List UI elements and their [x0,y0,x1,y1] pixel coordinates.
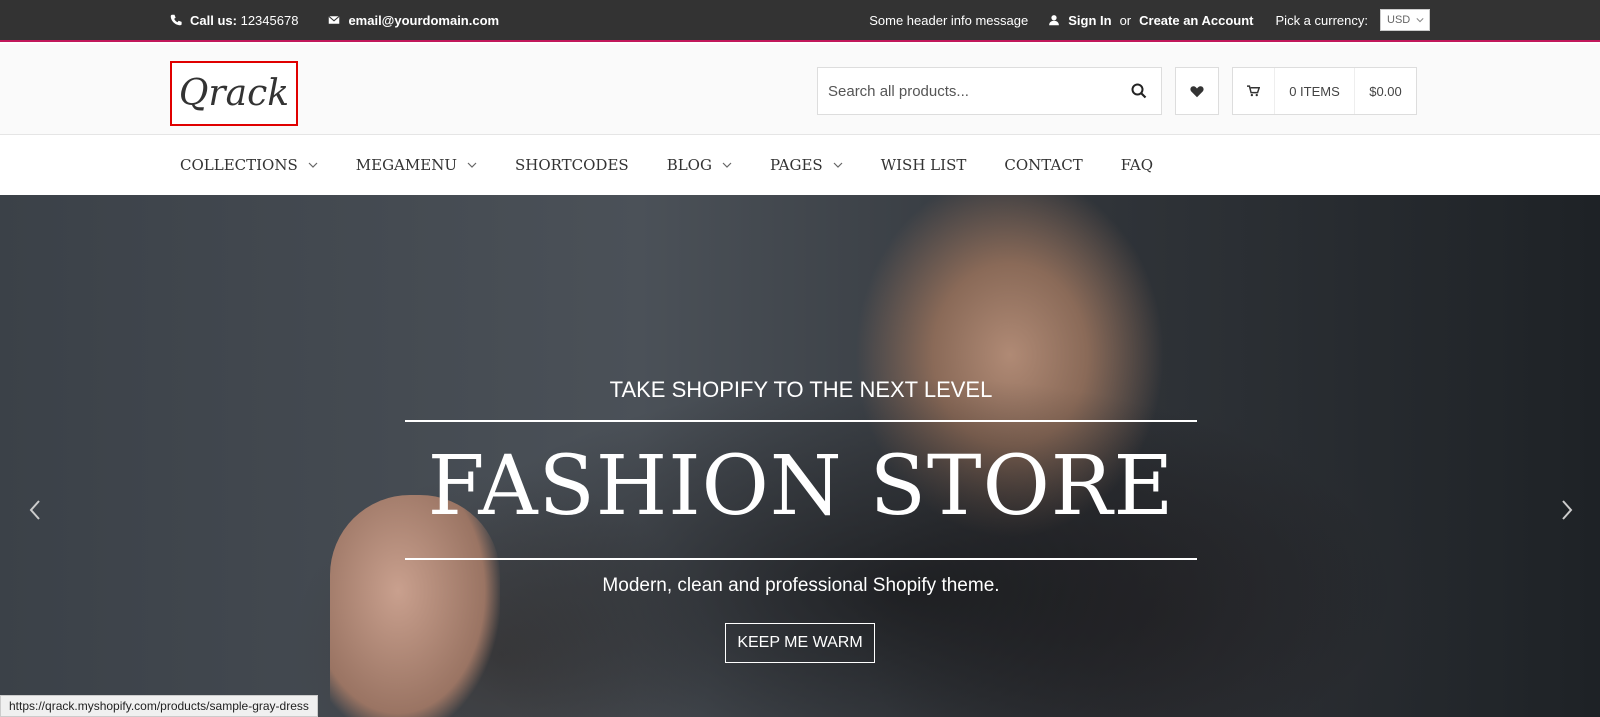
cart-total[interactable]: $0.00 [1355,68,1416,114]
chevron-down-icon [1416,18,1424,23]
or-text: or [1119,12,1132,28]
nav-label: FAQ [1120,156,1153,174]
phone-info: Call us: 12345678 [170,13,298,28]
heart-icon [1190,85,1204,97]
hero-slider: TAKE SHOPIFY TO THE NEXT LEVEL FASHION S… [0,195,1600,717]
divider [405,420,1197,422]
phone-label: Call us: [190,12,237,28]
nav-label: PAGES [769,156,823,174]
search-input[interactable]: Search all products... [828,83,1117,100]
email-link[interactable]: email@yourdomain.com [348,13,499,28]
slider-next-button[interactable] [1552,495,1582,525]
slider-prev-button[interactable] [20,495,50,525]
cart-icon-wrap[interactable] [1233,68,1275,114]
chevron-right-icon [1562,500,1573,520]
nav-label: BLOG [666,156,712,174]
nav-item-faq[interactable]: FAQ [1121,156,1153,174]
currency-value: USD [1387,14,1411,26]
search-button[interactable] [1117,68,1161,114]
create-account-link[interactable]: Create an Account [1139,13,1253,28]
site-header: Qrack Search all products... 0 ITEMS $0.… [0,44,1600,135]
header-message: Some header info message [869,12,1029,28]
top-bar: Call us: 12345678 email@yourdomain.com S… [0,0,1600,42]
sign-in-link[interactable]: Sign In [1068,13,1111,28]
user-icon [1049,15,1060,26]
logo[interactable]: Qrack [170,61,298,126]
search-icon [1131,83,1147,99]
chevron-left-icon [29,500,40,520]
nav-item-collections[interactable]: COLLECTIONS [180,156,318,174]
wishlist-button[interactable] [1175,67,1219,115]
phone-number: 12345678 [240,12,299,28]
currency-label: Pick a currency: [1275,12,1368,28]
chevron-down-icon [308,162,318,168]
nav-label: CONTACT [1004,156,1083,174]
nav-item-shortcodes[interactable]: SHORTCODES [515,156,629,174]
hero-subtitle: Modern, clean and professional Shopify t… [602,575,1000,596]
chevron-down-icon [833,162,843,168]
hero-tagline: TAKE SHOPIFY TO THE NEXT LEVEL [609,377,993,402]
cart-icon [1247,85,1260,97]
nav-item-megamenu[interactable]: MEGAMENU [356,156,477,174]
search-box: Search all products... [817,67,1162,115]
divider [405,558,1197,560]
nav-item-blog[interactable]: BLOG [667,156,732,174]
chevron-down-icon [467,162,477,168]
hero-headline: FASHION STORE [427,439,1175,534]
nav-item-pages[interactable]: PAGES [770,156,843,174]
phone-icon [170,14,182,26]
logo-text: Qrack [178,73,290,114]
cart-widget[interactable]: 0 ITEMS $0.00 [1232,67,1417,115]
currency-select[interactable]: USD [1380,9,1430,31]
nav-item-contact[interactable]: CONTACT [1004,156,1082,174]
browser-status-bar: https://qrack.myshopify.com/products/sam… [0,695,318,717]
nav-item-wish-list[interactable]: WISH LIST [881,156,967,174]
nav-label: SHORTCODES [514,156,629,174]
nav-label: WISH LIST [880,156,967,174]
keep-me-warm-button[interactable]: KEEP ME WARM [725,623,875,663]
email-info[interactable]: email@yourdomain.com [328,13,499,28]
chevron-down-icon [722,162,732,168]
nav-label: MEGAMENU [355,156,457,174]
envelope-icon [328,15,341,24]
main-nav: COLLECTIONS MEGAMENU SHORTCODES BLOG PAG… [0,135,1600,195]
cart-items-count[interactable]: 0 ITEMS [1275,68,1355,114]
nav-label: COLLECTIONS [180,156,298,174]
